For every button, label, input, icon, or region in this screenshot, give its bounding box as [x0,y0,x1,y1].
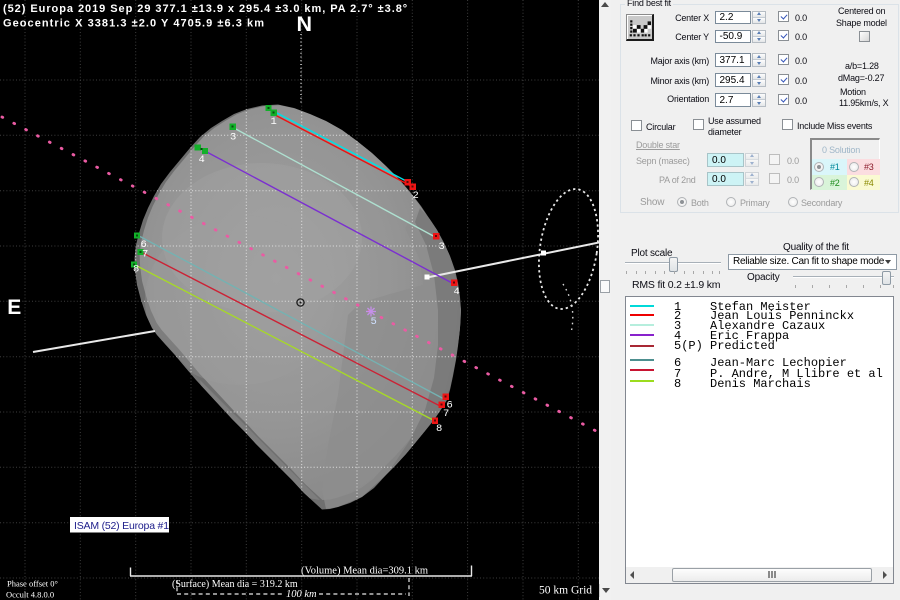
svg-text:(Volume) Mean dia=309.1 km: (Volume) Mean dia=309.1 km [301,566,428,577]
svg-text:Geocentric X 3381.3 ±2.0 Y: Geocentric X 3381.3 ±2.0 Y 4705.9 ±6.3 k… [3,18,265,30]
svg-text:(Surface) Mean dia = 319.2 km: (Surface) Mean dia = 319.2 km [172,579,298,590]
svg-text:7: 7 [142,249,148,261]
svg-text:8: 8 [133,264,139,276]
svg-text:(52) Europa 2019 Sep 29 377: (52) Europa 2019 Sep 29 377.1 ±13.9 x 29… [3,3,408,15]
svg-text:7: 7 [443,408,449,420]
svg-text:4: 4 [454,286,460,298]
svg-text:1: 1 [271,116,277,128]
svg-text:E: E [7,296,21,319]
svg-text:8: 8 [436,423,442,435]
svg-text:2: 2 [413,190,419,202]
svg-text:5: 5 [371,316,377,328]
svg-text:50 km Grid: 50 km Grid [539,585,592,597]
svg-text:100 km: 100 km [286,589,317,600]
svg-text:ISAM (52) Europa #1: ISAM (52) Europa #1 [74,520,169,532]
svg-text:N: N [297,12,313,36]
svg-text:3: 3 [230,132,236,144]
svg-text:Occult 4.8.0.0: Occult 4.8.0.0 [6,590,54,600]
svg-text:Phase offset 0°: Phase offset 0° [7,579,58,589]
svg-text:4: 4 [199,154,205,166]
svg-text:3: 3 [439,241,445,253]
